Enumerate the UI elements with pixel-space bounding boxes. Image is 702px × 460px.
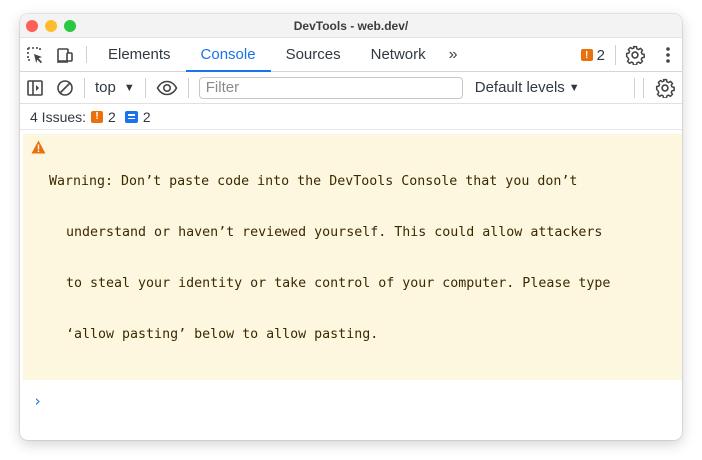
issue-warning-icon: ! (91, 110, 104, 123)
tabbar-right-actions: ! 2 (571, 38, 682, 72)
context-selector-value: top (95, 79, 116, 96)
console-toolbar: top ▼ Default levels ▼ (20, 72, 682, 104)
tab-elements[interactable]: Elements (93, 38, 186, 71)
window-title: DevTools - web.dev/ (293, 19, 409, 33)
tab-sources[interactable]: Sources (271, 38, 356, 71)
issues-label: 4 Issues: (30, 108, 87, 125)
warning-triangle-icon (31, 140, 47, 377)
warning-line: to steal your identity or take control o… (66, 276, 611, 291)
issue-warning-icon: ! (580, 49, 593, 61)
title-bar: DevTools - web.dev/ (20, 14, 682, 38)
gear-icon[interactable] (616, 45, 654, 65)
more-vertical-icon[interactable] (654, 46, 682, 64)
more-tabs-button[interactable]: » (441, 38, 466, 71)
toolbar-right-actions (630, 72, 682, 104)
device-toolbar-icon[interactable] (50, 38, 80, 71)
context-selector[interactable]: top ▼ (89, 79, 141, 96)
caret-down-icon: ▼ (568, 81, 580, 94)
issue-info-icon (124, 110, 138, 123)
caret-down-icon: ▼ (123, 81, 135, 94)
issues-bar[interactable]: 4 Issues: ! 2 2 (20, 104, 682, 130)
filter-input[interactable] (198, 76, 463, 99)
toolbar-separator (144, 77, 146, 98)
warning-text: Warning: Don’t paste code into the DevTo… (49, 139, 610, 377)
toolbar-separator (84, 77, 85, 98)
toolbar-separator (634, 78, 635, 98)
console-settings-gear-icon[interactable] (648, 72, 682, 104)
main-tab-bar: Elements Console Sources Network » ! 2 (20, 38, 682, 72)
issues-warning-count: 2 (108, 108, 116, 125)
clear-console-icon[interactable] (50, 72, 80, 104)
toolbar-separator (187, 77, 189, 98)
element-picker-icon[interactable] (20, 38, 50, 71)
issues-counter-value: 2 (596, 46, 605, 64)
console-prompt[interactable]: › (33, 392, 682, 410)
prompt-chevron-icon: › (33, 392, 43, 410)
issues-counter-button[interactable]: ! 2 (571, 47, 615, 64)
tab-separator (86, 46, 87, 63)
sidebar-toggle-icon[interactable] (20, 72, 50, 104)
warning-line: ‘allow pasting’ below to allow pasting. (66, 327, 379, 342)
warning-line: understand or haven’t reviewed yourself.… (66, 225, 603, 240)
live-expression-icon[interactable] (150, 72, 184, 104)
issues-info-count: 2 (142, 108, 151, 125)
tab-network[interactable]: Network (356, 38, 441, 71)
devtools-window: DevTools - web.dev/ Elements Console Sou… (20, 14, 682, 440)
toolbar-separator (643, 78, 644, 98)
log-levels-dropdown[interactable]: Default levels ▼ (475, 79, 580, 96)
tab-console[interactable]: Console (185, 38, 271, 72)
log-levels-value: Default levels (474, 79, 565, 96)
console-warning-message: Warning: Don’t paste code into the DevTo… (23, 134, 682, 380)
warning-line: Warning: Don’t paste code into the DevTo… (49, 174, 578, 189)
